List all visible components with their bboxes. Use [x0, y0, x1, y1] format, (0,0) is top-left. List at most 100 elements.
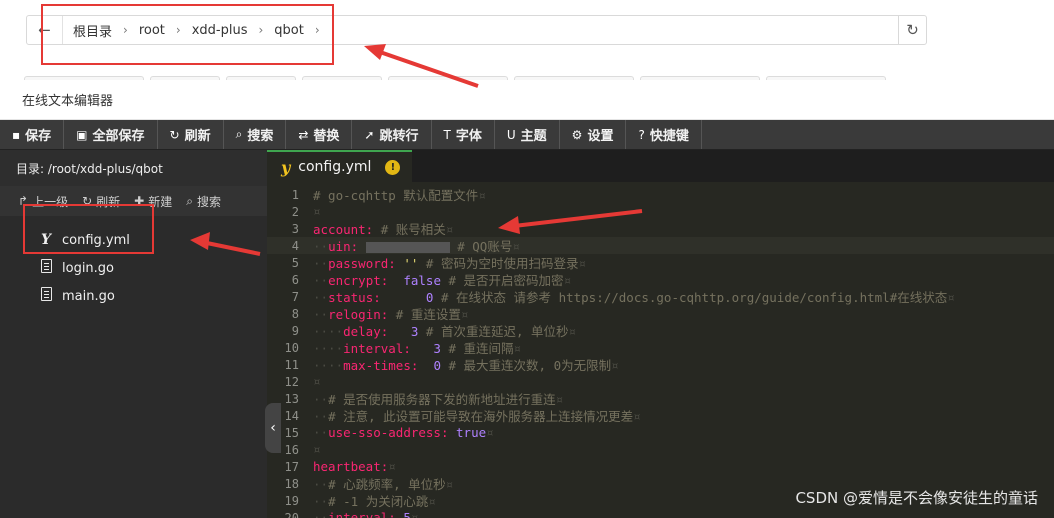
line-number: 2	[291, 204, 299, 219]
search-icon: ⌕	[235, 127, 243, 141]
code-text: # go-cqhttp 默认配置文件¤	[313, 188, 486, 203]
code-line[interactable]: 1 # go-cqhttp 默认配置文件¤	[267, 186, 1054, 204]
toolbar-button-save-all[interactable]: ▣ 全部保存	[64, 120, 158, 149]
toolbar-button-help[interactable]: ? 快捷键	[626, 120, 702, 149]
code-line[interactable]: 16 ¤	[267, 441, 1054, 458]
code-text: ¤	[313, 442, 321, 457]
document-icon	[38, 287, 54, 305]
code-editor[interactable]: y config.yml ! 1 # go-cqhttp 默认配置文件¤ 2 ¤ 3 ac…	[267, 150, 1054, 518]
code-line[interactable]: 10 ····interval: 3 # 重连间隔¤	[267, 339, 1054, 357]
tab-bar: y config.yml !	[267, 150, 1054, 182]
line-number: 11	[284, 357, 299, 372]
refresh-icon: ↻	[169, 127, 180, 142]
toolbar-button-label: 替换	[313, 129, 340, 144]
code-line[interactable]: 4 ··uin: # QQ账号¤	[267, 237, 1054, 254]
toolbar-button-refresh[interactable]: ↻ 刷新	[158, 120, 224, 149]
toolbar-button-label: 搜索	[247, 129, 274, 144]
warning-icon: !	[385, 159, 401, 175]
code-line[interactable]: 17 heartbeat:¤	[267, 458, 1054, 475]
line-number: 10	[284, 340, 299, 355]
toolbar-button-label: 跳转行	[379, 129, 419, 144]
refresh-icon[interactable]: ↻	[898, 16, 926, 44]
code-text: ····max-times: 0 # 最大重连次数, 0为无限制¤	[313, 358, 619, 373]
code-text: ··interval: 5¤	[313, 510, 419, 518]
code-text: ¤	[313, 204, 321, 219]
code-line[interactable]: 7 ··status: 0 # 在线状态 请参考 https://docs.go-…	[267, 288, 1054, 306]
sidebar-action-label: 搜索	[196, 194, 221, 209]
annotation-arrow-breadcrumb	[364, 44, 479, 88]
code-line[interactable]: 11 ····max-times: 0 # 最大重连次数, 0为无限制¤	[267, 356, 1054, 374]
line-number: 5	[291, 255, 299, 270]
help-icon: ?	[638, 127, 645, 142]
line-number: 17	[284, 459, 299, 474]
code-line[interactable]: 5 ··password: '' # 密码为空时使用扫码登录¤	[267, 254, 1054, 272]
code-text: ¤	[313, 374, 321, 389]
code-text: ··use-sso-address: true¤	[313, 425, 494, 440]
collapse-sidebar-button[interactable]: ‹	[265, 403, 281, 453]
line-number: 9	[291, 323, 299, 338]
toolbar-button-goto-line[interactable]: ➚ 跳转行	[352, 120, 432, 149]
line-number: 8	[291, 306, 299, 321]
line-number: 19	[284, 493, 299, 508]
code-line[interactable]: 20 ··interval: 5¤	[267, 509, 1054, 518]
code-text: ··# 注意, 此设置可能导致在海外服务器上连接情况更差¤	[313, 409, 641, 424]
code-text: heartbeat:¤	[313, 459, 396, 474]
toolbar-button-label: 设置	[587, 129, 614, 144]
code-line[interactable]: 8 ··relogin: # 重连设置¤	[267, 305, 1054, 323]
search-icon: ⌕	[186, 193, 193, 208]
code-line[interactable]: 12 ¤	[267, 373, 1054, 390]
editor-toolbar: ▪ 保存 ▣ 全部保存 ↻ 刷新 ⌕ 搜索 ⇄ 替换 ➚ 跳转行 T 字体 U 主题 ⚙ 设置 ? 快捷键	[0, 120, 1054, 150]
annotation-box-file	[23, 204, 154, 254]
directory-path: 目录: /root/xdd-plus/qbot	[0, 150, 267, 186]
toolbar-button-label: 全部保存	[92, 129, 145, 144]
code-line[interactable]: 15 ··use-sso-address: true¤	[267, 424, 1054, 441]
code-line[interactable]: 13 ··# 是否使用服务器下发的新地址进行重连¤	[267, 390, 1054, 408]
yaml-file-icon: y	[281, 157, 291, 177]
code-text: ··# -1 为关闭心跳¤	[313, 494, 436, 509]
line-number: 1	[291, 187, 299, 202]
annotation-arrow-code	[498, 209, 643, 234]
tab-label: config.yml	[298, 159, 372, 175]
gear-icon: ⚙	[571, 127, 583, 142]
toolbar-button-label: 字体	[455, 129, 482, 144]
replace-icon: ⇄	[298, 127, 309, 142]
save-all-icon: ▣	[76, 127, 88, 142]
code-line[interactable]: 3 account: # 账号相关¤	[267, 220, 1054, 238]
font-icon: T	[443, 127, 451, 142]
line-number: 6	[291, 272, 299, 287]
line-number: 4	[291, 238, 299, 253]
file-name: main.go	[62, 288, 115, 304]
code-lines[interactable]: 1 # go-cqhttp 默认配置文件¤ 2 ¤ 3 account: # 账号相关¤ 4…	[267, 186, 1054, 518]
code-line[interactable]: 9 ····delay: 3 # 首次重连延迟, 单位秒¤	[267, 322, 1054, 340]
watermark: CSDN @爱情是不会像安徒生的童话	[795, 489, 1038, 507]
toolbar-button-theme[interactable]: U 主题	[495, 120, 560, 149]
toolbar-button-label: 刷新	[184, 129, 211, 144]
theme-icon: U	[506, 127, 516, 142]
line-number: 3	[291, 221, 299, 236]
page: ← 根目录 › root › xdd-plus › qbot › ↻ 在线文本编辑器 ▪ 保存 ▣…	[0, 0, 1054, 518]
line-number: 12	[284, 374, 299, 389]
code-line[interactable]: 14 ··# 注意, 此设置可能导致在海外服务器上连接情况更差¤	[267, 407, 1054, 425]
toolbar-button-font[interactable]: T 字体	[432, 120, 495, 149]
toolbar-button-save[interactable]: ▪ 保存	[0, 120, 65, 149]
toolbar-button-replace[interactable]: ⇄ 替换	[286, 120, 353, 149]
sidebar-action-search[interactable]: ⌕ 搜索	[186, 193, 221, 210]
file-item[interactable]: main.go	[0, 282, 267, 310]
online-text-editor: 在线文本编辑器 ▪ 保存 ▣ 全部保存 ↻ 刷新 ⌕ 搜索 ⇄ 替换 ➚ 跳转行 T 字体 U 主题 ⚙ 设置? 快…	[0, 80, 1054, 518]
save-icon: ▪	[12, 127, 21, 142]
line-number: 20	[284, 510, 299, 518]
tab-config-yml[interactable]: y config.yml !	[267, 150, 413, 182]
goto-line-icon: ➚	[364, 127, 375, 142]
code-line[interactable]: 6 ··encrypt: false # 是否开启密码加密¤	[267, 271, 1054, 289]
toolbar-button-label: 主题	[520, 129, 547, 144]
editor-title: 在线文本编辑器	[0, 80, 1054, 120]
toolbar-button-search[interactable]: ⌕ 搜索	[224, 120, 287, 149]
line-number: 18	[284, 476, 299, 491]
code-line[interactable]: 2 ¤	[267, 203, 1054, 220]
annotation-box-breadcrumb	[41, 4, 334, 65]
annotation-arrow-file	[190, 232, 261, 256]
document-icon	[38, 259, 54, 277]
line-number: 7	[291, 289, 299, 304]
toolbar-button-gear[interactable]: ⚙ 设置	[560, 120, 627, 149]
toolbar-button-label: 保存	[25, 129, 52, 144]
